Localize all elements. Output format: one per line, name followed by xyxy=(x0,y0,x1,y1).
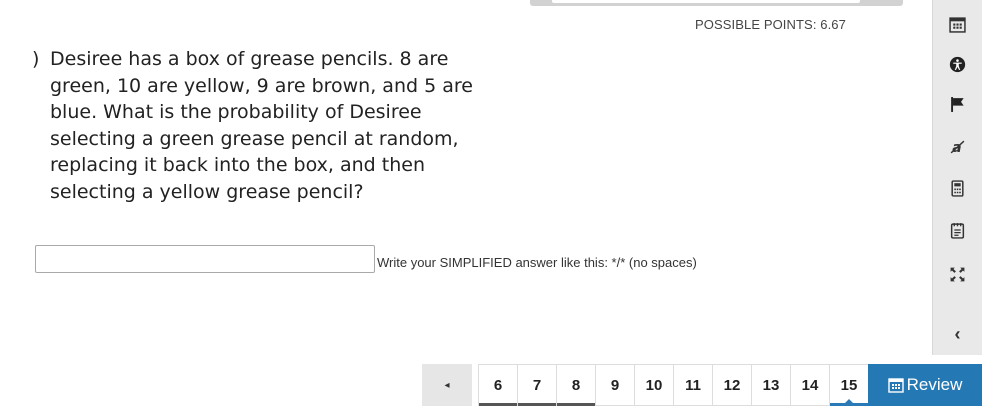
strikethrough-icon[interactable]: a xyxy=(933,126,982,166)
pager-prev-button[interactable]: ◂ xyxy=(422,364,472,406)
page-button[interactable]: 12 xyxy=(713,364,752,406)
review-button[interactable]: Review xyxy=(868,364,982,406)
page-button[interactable]: 7 xyxy=(518,364,557,406)
answer-input[interactable] xyxy=(35,245,375,273)
possible-points: POSSIBLE POINTS: 6.67 xyxy=(695,17,846,32)
question-pager: ◂ 6 7 8 9 10 11 12 13 14 15 xyxy=(422,364,869,406)
page-button[interactable]: 13 xyxy=(752,364,791,406)
question-text: Desiree has a box of grease pencils. 8 a… xyxy=(50,48,473,203)
collapse-toolbar-button[interactable]: ‹ xyxy=(933,314,982,354)
calculator-icon[interactable] xyxy=(933,168,982,208)
top-dropdown[interactable] xyxy=(530,0,903,6)
answer-hint: Write your SIMPLIFIED answer like this: … xyxy=(377,255,697,270)
calendar-icon[interactable] xyxy=(933,4,982,44)
review-label: Review xyxy=(906,375,963,394)
calendar-icon xyxy=(887,378,904,393)
tool-sidebar: a ‹ xyxy=(932,0,982,355)
page-button[interactable]: 14 xyxy=(791,364,830,406)
page-button[interactable]: 11 xyxy=(674,364,713,406)
notepad-icon[interactable] xyxy=(933,210,982,250)
page-button[interactable]: 8 xyxy=(557,364,596,406)
page-button-current[interactable]: 15 xyxy=(830,364,869,406)
page-button[interactable]: 6 xyxy=(478,364,518,406)
question-number: ) xyxy=(32,48,40,70)
page-button[interactable]: 10 xyxy=(635,364,674,406)
accessibility-icon[interactable] xyxy=(933,44,982,84)
question-block: ) Desiree has a box of grease pencils. 8… xyxy=(32,46,492,205)
expand-icon[interactable] xyxy=(933,254,982,294)
page-button[interactable]: 9 xyxy=(596,364,635,406)
flag-icon[interactable] xyxy=(933,84,982,124)
top-dropdown-field[interactable] xyxy=(552,0,860,3)
